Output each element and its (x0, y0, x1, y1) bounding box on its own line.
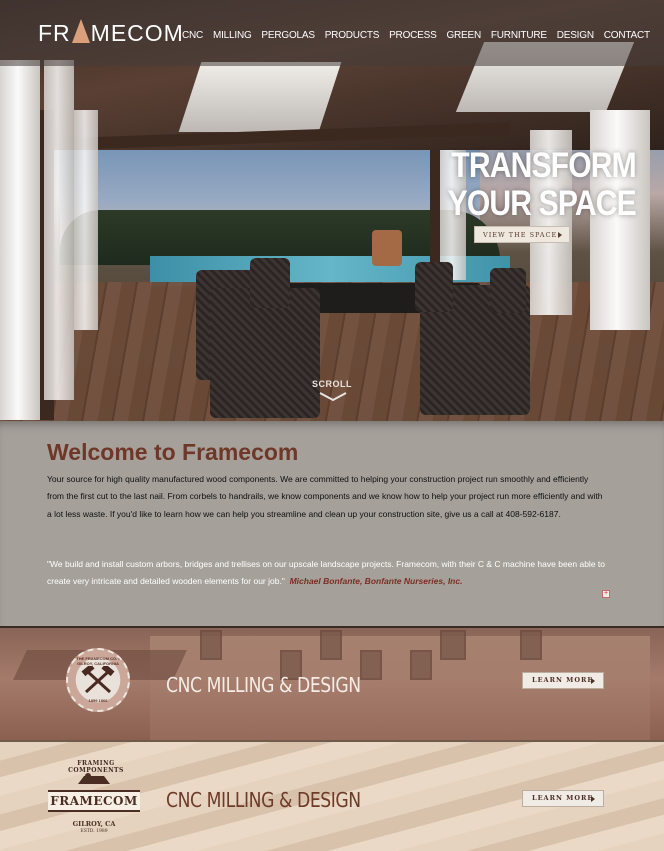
hand-plane-icon (78, 773, 110, 784)
learn-more-label: LEARN MORE (532, 676, 594, 684)
badge-name: FRAMECOM (48, 790, 140, 812)
main-nav: CNC MILLING PERGOLAS PRODUCTS PROCESS GR… (182, 30, 650, 41)
banner-2-title: CNC MILLING & DESIGN (166, 788, 361, 812)
expand-icon[interactable]: + (602, 590, 610, 598)
arrow-right-icon (558, 232, 562, 238)
hero-section: FR MECOM CNC MILLING PERGOLAS PRODUCTS PR… (0, 0, 664, 421)
banner-1-title: CNC MILLING & DESIGN (166, 673, 361, 697)
crossed-hammers-icon (81, 666, 115, 694)
hero-canopy-left (178, 62, 342, 132)
view-the-space-label: VIEW THE SPACE (483, 231, 558, 239)
nav-cnc[interactable]: CNC (182, 30, 203, 41)
chevron-down-icon[interactable] (318, 390, 348, 402)
welcome-section: Welcome to Framecom Your source for high… (0, 421, 664, 626)
hero-chair (250, 258, 290, 308)
view-the-space-button[interactable]: VIEW THE SPACE (474, 226, 570, 243)
testimonial: "We build and install custom arbors, bri… (47, 556, 607, 591)
hero-headline-line2: YOUR SPACE (447, 184, 637, 223)
nav-products[interactable]: PRODUCTS (325, 30, 380, 41)
nav-process[interactable]: PROCESS (389, 30, 437, 41)
testimonial-author: Michael Bonfante, Bonfante Nurseries, In… (289, 576, 463, 587)
hero-centerpiece (372, 230, 402, 266)
arrow-right-icon (591, 795, 595, 802)
page: FR MECOM CNC MILLING PERGOLAS PRODUCTS PR… (0, 0, 664, 851)
cnc-banner-2: FRAMING COMPONENTS FRAMECOM GILROY, CA E… (0, 740, 664, 851)
nav-pergolas[interactable]: PERGOLAS (261, 30, 315, 41)
hero-headline-line1: TRANSFORM (451, 146, 636, 185)
banner-window (440, 630, 466, 660)
banner-window (360, 650, 382, 680)
hero-chair (415, 262, 453, 312)
arrow-right-icon (591, 677, 595, 684)
hero-curtain-left-3 (74, 110, 98, 330)
scroll-label[interactable]: SCROLL (312, 379, 352, 389)
nav-furniture[interactable]: FURNITURE (491, 30, 547, 41)
badge-years: 1859 1866 (88, 698, 108, 703)
banner-window (320, 630, 342, 660)
nav-milling[interactable]: MILLING (213, 30, 252, 41)
framecom-plane-badge: FRAMING COMPONENTS FRAMECOM GILROY, CA E… (48, 758, 142, 842)
hero-curtain-left (0, 60, 40, 420)
badge-established: ESTD. 1989 (80, 829, 108, 834)
hero-headline: TRANSFORM YOUR SPACE (447, 146, 637, 223)
badge-ring-text: THE FRAMECOM CO. • GILROY, CALIFORNIA (76, 656, 120, 666)
badge-location: GILROY, CA (72, 820, 116, 828)
banner-window (200, 630, 222, 660)
cnc-banner-1: THE FRAMECOM CO. • GILROY, CALIFORNIA 18… (0, 626, 664, 742)
nav-green[interactable]: GREEN (446, 30, 481, 41)
nav-design[interactable]: DESIGN (557, 30, 594, 41)
welcome-body: Your source for high quality manufacture… (47, 474, 603, 519)
welcome-title: Welcome to Framecom (47, 439, 299, 465)
nav-contact[interactable]: CONTACT (604, 30, 650, 41)
learn-more-button[interactable]: LEARN MORE (522, 672, 604, 689)
hero-curtain-left-2 (44, 60, 74, 400)
learn-more-button[interactable]: LEARN MORE (522, 790, 604, 807)
banner-window (410, 650, 432, 680)
framecom-seal-badge: THE FRAMECOM CO. • GILROY, CALIFORNIA 18… (66, 648, 130, 712)
banner-window (520, 630, 542, 660)
hero-chair (490, 268, 526, 313)
hero-post-mid (430, 150, 440, 270)
logo-a-mark-icon (71, 19, 90, 43)
learn-more-label: LEARN MORE (532, 794, 594, 802)
framecom-logo[interactable]: FR MECOM (38, 19, 184, 47)
